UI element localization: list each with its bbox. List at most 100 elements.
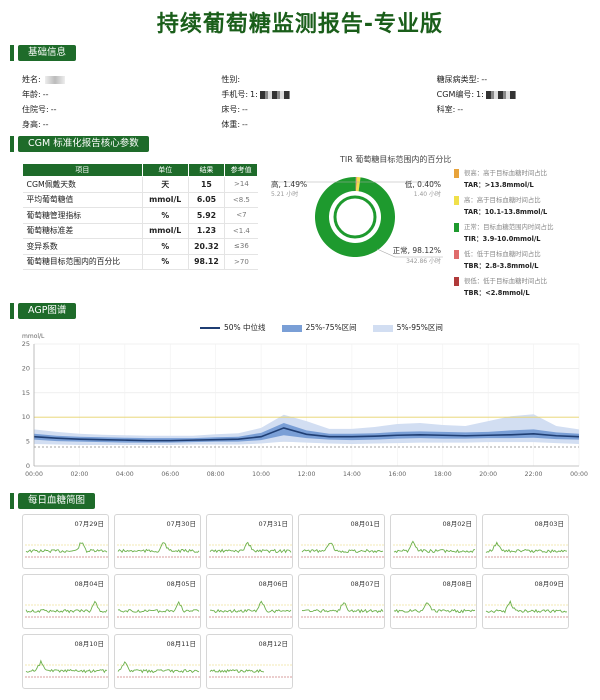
core-table-cell: <8.5: [224, 192, 258, 208]
daily-card[interactable]: 08月07日: [298, 574, 385, 629]
tir-legend-item: 正常：目标血糖范围内时间占比 TIR：3.9-10.0mmol/L: [454, 222, 594, 243]
info-value: --: [242, 105, 248, 114]
info-field: 手机号: 1:: [177, 87, 376, 102]
tir-high-sub: 5.21 小时: [271, 190, 298, 198]
legend-range: TAR：>13.8mmol/L: [464, 181, 534, 189]
core-table-cell: 6.05: [187, 192, 225, 208]
info-label: 住院号:: [22, 105, 49, 114]
legend-range: TBR：<2.8mmol/L: [464, 289, 530, 297]
agp-xtick: 12:00: [298, 471, 316, 478]
core-table-row: 平均葡萄糖值 mmol/L 6.05 <8.5: [22, 192, 258, 208]
core-table-cell: 天: [141, 176, 189, 193]
daily-glucose-line: [25, 659, 108, 674]
tir-legend: 很高：高于目标血糖时间占比 TAR：>13.8mmol/L 高：高于目标血糖时间占比…: [454, 168, 594, 303]
daily-glucose-line: [301, 542, 384, 554]
agp-ytick: 25: [22, 340, 30, 348]
info-value: --: [50, 105, 57, 114]
agp-ylabel: mmol/L: [22, 333, 45, 340]
core-table-cell: <1.4: [224, 223, 258, 239]
info-value: --: [42, 90, 49, 99]
info-value: --: [242, 120, 248, 129]
daily-card[interactable]: 08月02日: [390, 514, 477, 569]
daily-card[interactable]: 08月04日: [22, 574, 109, 629]
core-table-cell: %: [141, 207, 189, 224]
core-table-header: 参考值: [224, 163, 258, 177]
section-core-params: CGM 标准化报告核心参数: [10, 136, 149, 152]
core-table-cell: CGM佩戴天数: [22, 176, 143, 193]
info-value: 1:: [250, 90, 258, 99]
core-table-cell: >70: [224, 254, 258, 270]
daily-glucose-line: [25, 600, 108, 614]
legend-desc: 低：低于目标血糖时间占比: [464, 250, 541, 258]
redacted-value: [259, 90, 290, 99]
daily-card[interactable]: 08月09日: [482, 574, 569, 629]
daily-glucose-line: [485, 600, 568, 614]
daily-card[interactable]: 07月31日: [206, 514, 293, 569]
core-table-header: 项目: [22, 163, 143, 177]
agp-xtick: 10:00: [252, 471, 270, 478]
basic-info-grid: 姓名: 性别: 糖尿病类型: -- 年龄: -- 手机号: 1: CGM编号: 1: 住院号: -- 床…: [22, 72, 592, 132]
section-daily: 每日血糖简图: [10, 493, 96, 509]
core-table-cell: %: [141, 254, 189, 270]
daily-card[interactable]: 08月03日: [482, 514, 569, 569]
tir-donut-chart: 高, 1.49% 5.21 小时 低, 0.40% 1.40 小时 正常, 98…: [271, 177, 443, 265]
agp-xtick: 20:00: [479, 471, 497, 478]
section-agp-title: AGP图谱: [18, 303, 77, 319]
section-basic-info: 基础信息: [10, 45, 77, 61]
daily-card[interactable]: 08月11日: [114, 634, 201, 689]
agp-xtick: 08:00: [207, 471, 225, 478]
daily-glucose-line: [117, 542, 200, 554]
info-label: CGM编号:: [436, 90, 475, 99]
daily-glucose-line: [117, 661, 200, 674]
section-agp: AGP图谱: [10, 303, 77, 319]
info-field: [377, 117, 592, 132]
info-field: 姓名:: [22, 72, 177, 87]
info-field: 科室: --: [377, 102, 592, 117]
daily-card[interactable]: 08月12日: [206, 634, 293, 689]
daily-glucose-line: [485, 541, 568, 554]
tir-normal-label: 正常, 98.12%: [393, 246, 441, 255]
daily-sparkline: [301, 542, 384, 558]
info-label: 糖尿病类型:: [436, 75, 480, 84]
core-table-cell: mmol/L: [141, 192, 189, 208]
daily-glucose-line: [301, 602, 384, 614]
core-table-cell: 20.32: [187, 238, 225, 255]
tir-legend-item: 高：高于目标血糖时间占比 TAR：10.1-13.8mmol/L: [454, 195, 594, 216]
legend-range: TIR：3.9-10.0mmol/L: [464, 235, 541, 243]
info-label: 床号:: [221, 105, 241, 114]
info-field: 床号: --: [177, 102, 376, 117]
daily-sparkline: [393, 602, 476, 618]
tir-legend-item: 很低：低于目标血糖时间占比 TBR：<2.8mmol/L: [454, 276, 594, 297]
section-core-title: CGM 标准化报告核心参数: [18, 136, 149, 152]
daily-card[interactable]: 08月08日: [390, 574, 477, 629]
legend-swatch: [454, 169, 459, 178]
legend-desc: 很高：高于目标血糖时间占比: [464, 169, 548, 177]
core-table-cell: 15: [187, 176, 225, 193]
tir-inner-ring: [333, 195, 377, 239]
daily-sparkline: [209, 664, 292, 678]
info-label: 性别:: [221, 75, 241, 84]
info-field: CGM编号: 1:: [377, 87, 592, 102]
tir-normal-sub: 342.86 小时: [406, 257, 441, 265]
legend-desc: 很低：低于目标血糖时间占比: [464, 277, 548, 285]
agp-xtick: 22:00: [525, 471, 543, 478]
tir-low-sub: 1.40 小时: [414, 190, 441, 198]
core-params-table: 项目 单位 结果 参考值 CGM佩戴天数天 15 >14 平均葡萄糖值 mmol/L 6.05 <…: [22, 163, 258, 270]
daily-sparkline: [25, 600, 108, 618]
daily-card[interactable]: 08月10日: [22, 634, 109, 689]
daily-sparkline: [393, 540, 476, 558]
info-label: 手机号:: [221, 90, 249, 99]
daily-card[interactable]: 07月30日: [114, 514, 201, 569]
daily-card[interactable]: 08月01日: [298, 514, 385, 569]
info-row: 姓名: 性别: 糖尿病类型: --: [22, 72, 592, 87]
agp-ytick: 0: [26, 462, 30, 470]
daily-card[interactable]: 08月06日: [206, 574, 293, 629]
tir-title: TIR 葡萄糖目标范围内的百分比: [340, 155, 452, 164]
daily-card[interactable]: 07月29日: [22, 514, 109, 569]
daily-card[interactable]: 08月05日: [114, 574, 201, 629]
legend-swatch: [454, 277, 459, 286]
core-table-cell: >14: [224, 176, 258, 193]
info-row: 身高: -- 体重: --: [22, 117, 592, 132]
daily-glucose-line: [210, 600, 292, 614]
info-label: 姓名:: [22, 75, 41, 84]
